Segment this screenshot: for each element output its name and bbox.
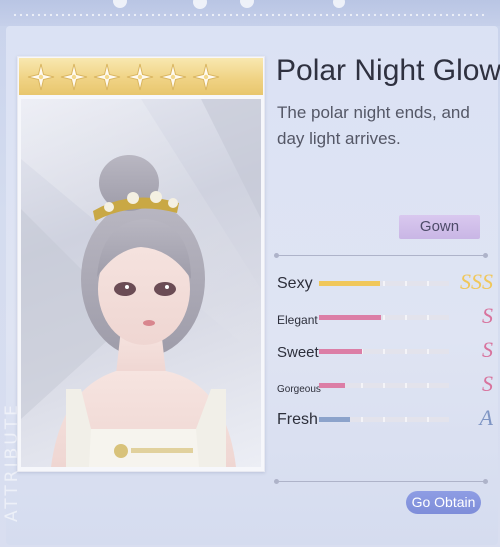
attribute-row-sexy: Sexy SSS (277, 267, 493, 297)
star-rating (19, 58, 263, 95)
sparkle-star-icon (93, 63, 121, 91)
attribute-bar (319, 349, 449, 354)
attribute-bar (319, 417, 449, 422)
sparkle-star-icon (159, 63, 187, 91)
sparkle-star-icon (27, 63, 55, 91)
attribute-name: Sweet (277, 344, 319, 361)
character-illustration (21, 99, 261, 467)
top-strip (0, 0, 500, 26)
attribute-row-fresh: Fresh A (277, 403, 493, 433)
sparkle-star-icon (192, 63, 220, 91)
outfit-description: The polar night ends, and day light arri… (277, 103, 470, 148)
character-portrait (21, 99, 261, 467)
sparkle-star-icon (126, 63, 154, 91)
attribute-bar-fill (319, 417, 351, 422)
bubble-decoration (193, 0, 207, 9)
attribute-grade: A (479, 405, 493, 430)
attribute-name: Fresh (277, 411, 318, 428)
attribute-bar-fill (319, 383, 345, 388)
divider-top (274, 253, 488, 258)
attribute-grade: SSS (460, 269, 493, 294)
bubble-decoration (240, 0, 254, 8)
dot-pattern (12, 12, 488, 20)
attribute-bar-fill (319, 349, 362, 354)
sparkle-star-icon (60, 63, 88, 91)
go-obtain-button[interactable]: Go Obtain (406, 491, 481, 514)
divider-bottom (274, 479, 488, 484)
attribute-grade: S (482, 337, 493, 362)
attribute-name: Sexy (277, 275, 313, 292)
attribute-row-elegant: Elegant S (277, 301, 493, 331)
attribute-row-gorgeous: Gorgeous S (277, 369, 493, 399)
attribute-bar (319, 383, 449, 388)
attribute-bar-fill (319, 315, 382, 320)
attribute-row-sweet: Sweet S (277, 335, 493, 365)
attribute-grade: S (482, 303, 493, 328)
bubble-decoration (333, 0, 345, 8)
category-tag: Gown (399, 215, 480, 239)
attribute-bar (319, 315, 449, 320)
outfit-title: Polar Night Glow (276, 54, 500, 87)
attribute-bar (319, 281, 449, 286)
bubble-decoration (113, 0, 127, 8)
attribute-bar-fill (319, 281, 381, 286)
attribute-name: Gorgeous (277, 384, 321, 395)
attribute-name: Elegant (277, 313, 318, 327)
attribute-grade: S (482, 371, 493, 396)
outfit-card[interactable] (17, 56, 265, 472)
